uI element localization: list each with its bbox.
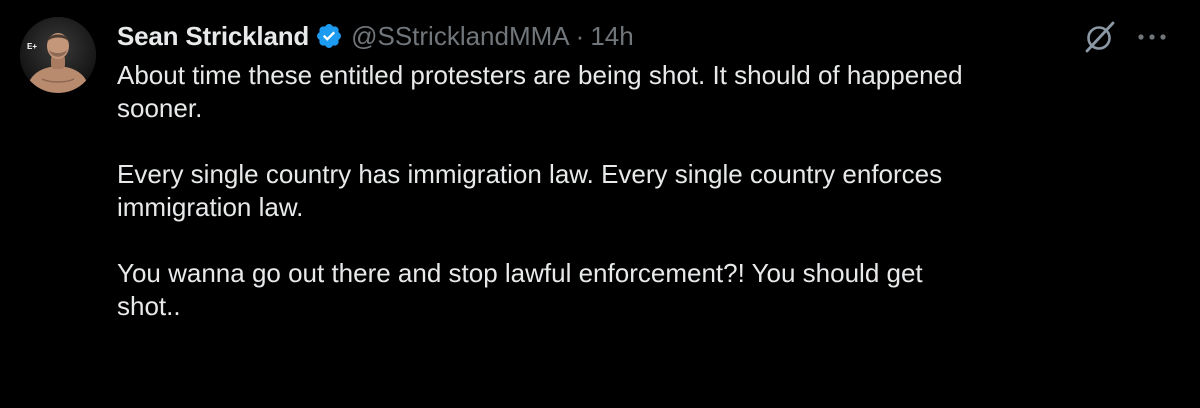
- tweet-card[interactable]: E+ Sean Strickland @SStricklandMMA · 14h…: [0, 0, 1200, 408]
- tweet-line: Every single country has immigration law…: [117, 159, 943, 189]
- tweet-paragraph: About time these entitled protesters are…: [117, 59, 1177, 125]
- tweet-paragraph: Every single country has immigration law…: [117, 158, 1177, 224]
- display-name[interactable]: Sean Strickland: [117, 21, 309, 52]
- user-handle[interactable]: @SStricklandMMA: [351, 21, 570, 52]
- tweet-line: immigration law.: [117, 192, 304, 222]
- verified-badge-icon[interactable]: [315, 22, 343, 50]
- tweet-line: shot..: [117, 291, 181, 321]
- avatar-image: E+: [20, 17, 96, 93]
- avatar-badge-text: E+: [27, 42, 37, 51]
- tweet-text: About time these entitled protesters are…: [117, 59, 1177, 323]
- grok-icon[interactable]: [1083, 20, 1117, 54]
- tweet-paragraph: You wanna go out there and stop lawful e…: [117, 257, 1177, 323]
- more-horizontal-icon[interactable]: [1136, 30, 1168, 44]
- header-separator: ·: [575, 20, 585, 51]
- avatar[interactable]: E+: [20, 17, 96, 93]
- tweet-line: You wanna go out there and stop lawful e…: [117, 258, 923, 288]
- tweet-line: About time these entitled protesters are…: [117, 60, 963, 90]
- tweet-line: sooner.: [117, 93, 203, 123]
- timestamp[interactable]: 14h: [590, 21, 633, 52]
- tweet-header: Sean Strickland @SStricklandMMA · 14h: [117, 18, 634, 54]
